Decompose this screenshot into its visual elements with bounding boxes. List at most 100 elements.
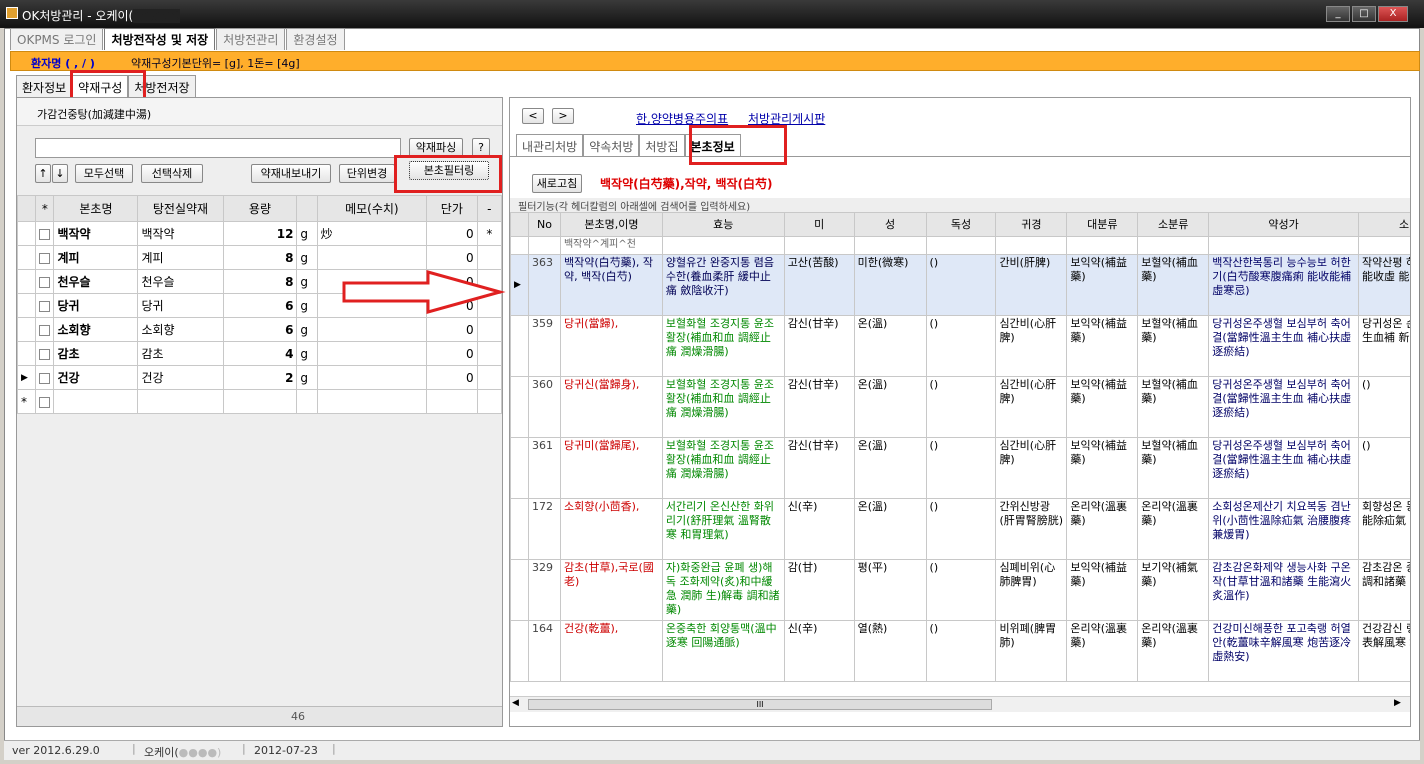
cell-toxicity[interactable]: () — [925, 315, 997, 377]
dose[interactable]: 12 — [222, 221, 298, 246]
price[interactable]: 0 — [426, 245, 478, 270]
col-minor-class[interactable]: 소분류 — [1137, 212, 1210, 237]
cell-no[interactable]: 172 — [527, 498, 561, 560]
cell-toxicity[interactable]: () — [925, 254, 997, 316]
unit-change-button[interactable]: 단위변경 — [339, 164, 395, 183]
cell-nature[interactable]: 온(溫) — [853, 376, 927, 438]
scroll-right-icon[interactable]: ▶ — [1394, 698, 1401, 708]
cell-extra[interactable]: () — [1358, 376, 1410, 438]
cell-efficacy[interactable]: 보혈화혈 조경지통 윤조활장(補血和血 調經止痛 潤燥滑腸) — [661, 315, 785, 377]
herb-info-row[interactable]: 329 감초(甘草),국로(國老) 자)화중완급 윤폐 생)해독 조화제약(炙)… — [510, 559, 1410, 621]
cell-toxicity[interactable]: () — [925, 620, 997, 682]
minimize-button[interactable]: _ — [1326, 6, 1350, 22]
herb-row[interactable]: 감초 감초 4 g 0 — [16, 341, 503, 366]
cell-no[interactable]: 363 — [527, 254, 561, 316]
herb-info-row[interactable]: 361 당귀미(當歸尾), 보혈화혈 조경지통 윤조활장(補血和血 調經止痛 潤… — [510, 437, 1410, 499]
cell-toxicity[interactable]: () — [925, 559, 997, 621]
col-taste[interactable]: 미 — [783, 212, 855, 237]
filter-cell[interactable] — [1137, 236, 1210, 255]
tang-herb[interactable]: 백작약 — [137, 221, 224, 246]
herb-parse-button[interactable]: 약재파싱 — [409, 138, 463, 157]
tab-prescription-write[interactable]: 처방전작성 및 저장 — [104, 28, 216, 50]
cell-taste[interactable]: 감신(甘辛) — [783, 376, 855, 438]
cell-major-class[interactable]: 보익약(補益藥) — [1066, 254, 1139, 316]
nav-prev-button[interactable]: < — [522, 108, 544, 124]
cell-efficacy[interactable]: 자)화중완급 윤폐 생)해독 조화제약(炙)和中緩急 潤肺 生)解毒 調和諸藥) — [661, 559, 785, 621]
cell-major-class[interactable]: 온리약(溫裏藥) — [1066, 498, 1139, 560]
cell-taste[interactable]: 감신(甘辛) — [783, 437, 855, 499]
tang-herb[interactable]: 당귀 — [137, 293, 224, 318]
row-checkbox[interactable] — [35, 317, 55, 342]
cell-meridian[interactable]: 심간비(心肝脾) — [995, 315, 1068, 377]
cell-no[interactable]: 360 — [527, 376, 561, 438]
help-button[interactable]: ? — [472, 138, 490, 157]
cell-efficacy[interactable]: 온중축한 회양통맥(溫中逐寒 回陽通脈) — [661, 620, 785, 682]
price[interactable]: 0 — [426, 365, 478, 390]
cell-name[interactable]: 소회향(小茴香), — [559, 498, 663, 560]
cell-minor-class[interactable]: 보혈약(補血藥) — [1137, 437, 1210, 499]
col-no[interactable]: No — [527, 212, 561, 237]
delete-selected-button[interactable]: 선택삭제 — [141, 164, 203, 183]
herb-info-row[interactable]: 172 소회향(小茴香), 서간리기 온신산한 화위리기(舒肝理氣 溫腎散寒 和… — [510, 498, 1410, 560]
col-major-class[interactable]: 대분류 — [1066, 212, 1139, 237]
move-up-button[interactable]: ↑ — [35, 164, 51, 183]
row-checkbox[interactable] — [35, 293, 55, 318]
memo[interactable] — [316, 245, 428, 270]
tab-prescription-save[interactable]: 처방전저장 — [128, 75, 196, 97]
cell-extra[interactable]: 건강감신 랭 허열 表解風寒 堪(熱)) — [1358, 620, 1410, 682]
dose[interactable]: 6 — [222, 317, 298, 342]
cell-taste[interactable]: 고산(苦酸) — [783, 254, 855, 316]
cell-verse[interactable]: 당귀성온주생혈 보심부허 축어결(當歸性溫主生血 補心扶虛逐瘀結) — [1208, 315, 1359, 377]
herb-info-row[interactable]: 164 건강(乾薑), 온중축한 회양통맥(溫中逐寒 回陽通脈) 신(辛) 열(… — [510, 620, 1410, 682]
row-checkbox[interactable] — [35, 341, 55, 366]
herb-name[interactable]: 천우슬 — [53, 269, 139, 294]
herb-parse-input[interactable] — [35, 138, 401, 158]
filter-cell[interactable] — [925, 236, 997, 255]
tab-settings[interactable]: 환경설정 — [286, 28, 345, 50]
cell-meridian[interactable]: 심폐비위(心肺脾胃) — [995, 559, 1068, 621]
col-extra[interactable]: 소 — [1358, 212, 1410, 237]
cell-meridian[interactable]: 심간비(心肝脾) — [995, 376, 1068, 438]
cell-nature[interactable]: 온(溫) — [853, 498, 927, 560]
drug-interaction-link[interactable]: 한,양약병용주의표 — [636, 110, 728, 127]
scroll-left-icon[interactable]: ◀ — [512, 698, 519, 708]
tab-login[interactable]: OKPMS 로그인 — [10, 28, 104, 50]
tang-herb[interactable]: 건강 — [137, 365, 224, 390]
col-meridian[interactable]: 귀경 — [995, 212, 1068, 237]
tab-promise-prescriptions[interactable]: 약속처방 — [583, 134, 640, 156]
row-checkbox[interactable] — [35, 269, 55, 294]
cell-taste[interactable]: 감신(甘辛) — [783, 315, 855, 377]
herb-name[interactable]: 소회향 — [53, 317, 139, 342]
tab-my-prescriptions[interactable]: 내관리처방 — [516, 134, 584, 156]
cell-no[interactable]: 329 — [527, 559, 561, 621]
dose[interactable]: 4 — [222, 341, 298, 366]
export-herbs-button[interactable]: 약재내보내기 — [251, 164, 331, 183]
cell-toxicity[interactable]: () — [925, 498, 997, 560]
filter-cell[interactable] — [661, 236, 785, 255]
price[interactable]: 0 — [426, 341, 478, 366]
cell-minor-class[interactable]: 보혈약(補血藥) — [1137, 376, 1210, 438]
scroll-thumb[interactable]: III — [528, 699, 992, 710]
tang-herb[interactable]: 감초 — [137, 341, 224, 366]
herb-row[interactable]: 계피 계피 8 g 0 — [16, 245, 503, 270]
herb-info-row[interactable]: 359 당귀(當歸), 보혈화혈 조경지통 윤조활장(補血和血 調經止痛 潤燥滑… — [510, 315, 1410, 377]
cell-minor-class[interactable]: 보혈약(補血藥) — [1137, 254, 1210, 316]
cell-major-class[interactable]: 보익약(補益藥) — [1066, 315, 1139, 377]
cell-major-class[interactable]: 온리약(溫裏藥) — [1066, 620, 1139, 682]
cell-efficacy[interactable]: 서간리기 온신산한 화위리기(舒肝理氣 溫腎散寒 和胃理氣) — [661, 498, 785, 560]
filter-cell[interactable] — [1208, 236, 1359, 255]
cell-verse[interactable]: 건강미신해풍한 포고축랭 허열안(乾薑味辛解風寒 炮苦逐冷虛熱安) — [1208, 620, 1359, 682]
cell-extra[interactable]: 감초감온 중 생현 調和諸藥 火(補)) — [1358, 559, 1410, 621]
price[interactable]: 0 — [426, 221, 478, 246]
cell-name[interactable]: 당귀신(當歸身), — [559, 376, 663, 438]
close-button[interactable]: X — [1378, 6, 1408, 22]
tang-herb[interactable]: 계피 — [137, 245, 224, 270]
maximize-button[interactable]: □ — [1352, 6, 1376, 22]
refresh-button[interactable]: 새로고침 — [532, 174, 582, 193]
memo[interactable] — [316, 317, 428, 342]
herb-name[interactable]: 백작약 — [53, 221, 139, 246]
cell-minor-class[interactable]: 보혈약(補血藥) — [1137, 315, 1210, 377]
cell-nature[interactable]: 온(溫) — [853, 315, 927, 377]
herb-info-row[interactable]: 360 당귀신(當歸身), 보혈화혈 조경지통 윤조활장(補血和血 調經止痛 潤… — [510, 376, 1410, 438]
select-all-button[interactable]: 모두선택 — [75, 164, 133, 183]
